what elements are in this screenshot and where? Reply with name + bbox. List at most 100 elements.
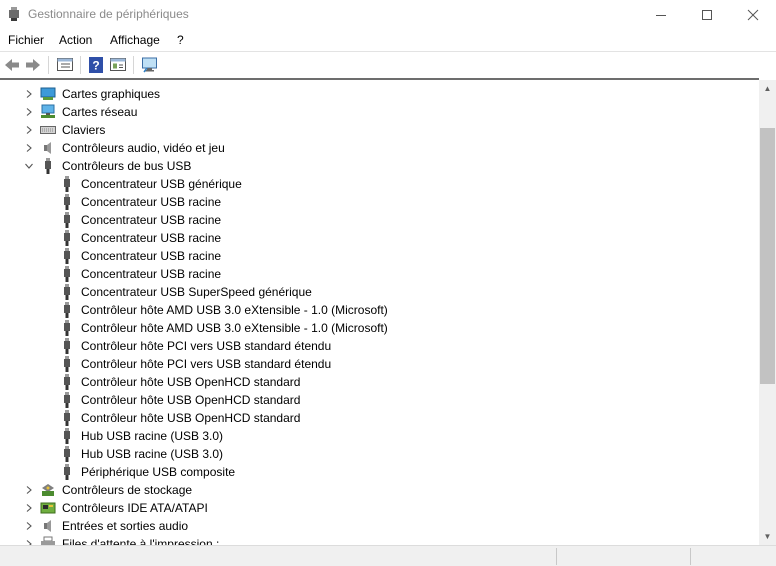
ide-controller-icon bbox=[40, 500, 56, 516]
tree-item-label: Contrôleur hôte USB OpenHCD standard bbox=[81, 375, 301, 389]
usb-icon bbox=[59, 464, 75, 480]
chevron-right-icon[interactable] bbox=[23, 538, 35, 545]
tree-item-usb-device[interactable]: Concentrateur USB SuperSpeed générique bbox=[0, 283, 759, 301]
toolbar: ? bbox=[0, 51, 776, 77]
close-button[interactable] bbox=[730, 0, 776, 30]
tree-item-usb-device[interactable]: Contrôleur hôte AMD USB 3.0 eXtensible -… bbox=[0, 301, 759, 319]
usb-icon bbox=[59, 248, 75, 264]
tree-item-label: Claviers bbox=[62, 123, 106, 137]
tree-item-controleurs-usb[interactable]: Contrôleurs de bus USB bbox=[0, 157, 759, 175]
tree-item-claviers[interactable]: Claviers bbox=[0, 121, 759, 139]
menu-action[interactable]: Action bbox=[59, 33, 92, 47]
tree-item-label: Concentrateur USB racine bbox=[81, 213, 222, 227]
speaker-icon bbox=[40, 140, 56, 156]
display-adapter-icon bbox=[40, 86, 56, 102]
tree-item-usb-device[interactable]: Hub USB racine (USB 3.0) bbox=[0, 427, 759, 445]
usb-icon bbox=[59, 320, 75, 336]
tree-item-label: Concentrateur USB racine bbox=[81, 195, 222, 209]
chevron-right-icon[interactable] bbox=[23, 106, 35, 118]
tree-item-files-impression[interactable]: Files d'attente à l'impression : bbox=[0, 535, 759, 545]
tree-item-controleurs-stockage[interactable]: Contrôleurs de stockage bbox=[0, 481, 759, 499]
usb-icon bbox=[59, 302, 75, 318]
tree-item-label: Concentrateur USB racine bbox=[81, 231, 222, 245]
usb-icon bbox=[59, 338, 75, 354]
usb-icon bbox=[59, 284, 75, 300]
tree-item-usb-device[interactable]: Concentrateur USB racine bbox=[0, 247, 759, 265]
tree-item-cartes-reseau[interactable]: Cartes réseau bbox=[0, 103, 759, 121]
menu-help[interactable]: ? bbox=[177, 33, 184, 47]
tree-item-label: Concentrateur USB racine bbox=[81, 249, 222, 263]
usb-icon bbox=[59, 374, 75, 390]
speaker-icon bbox=[40, 518, 56, 534]
tree-item-entrees-sorties-audio[interactable]: Entrées et sorties audio bbox=[0, 517, 759, 535]
keyboard-icon bbox=[40, 122, 56, 138]
tree-item-usb-device[interactable]: Contrôleur hôte AMD USB 3.0 eXtensible -… bbox=[0, 319, 759, 337]
tree-item-usb-device[interactable]: Contrôleur hôte USB OpenHCD standard bbox=[0, 409, 759, 427]
tree-item-label: Périphérique USB composite bbox=[81, 465, 236, 479]
scroll-down-arrow-icon[interactable]: ▼ bbox=[759, 528, 776, 545]
tree-item-controleurs-ide[interactable]: Contrôleurs IDE ATA/ATAPI bbox=[0, 499, 759, 517]
tree-item-usb-device[interactable]: Concentrateur USB racine bbox=[0, 193, 759, 211]
usb-icon bbox=[40, 158, 56, 174]
menu-affichage[interactable]: Affichage bbox=[110, 33, 160, 47]
scroll-up-arrow-icon[interactable]: ▲ bbox=[759, 80, 776, 97]
tree-item-label: Cartes graphiques bbox=[62, 87, 161, 101]
network-adapter-icon bbox=[40, 104, 56, 120]
status-divider bbox=[690, 548, 691, 565]
tree-item-label: Hub USB racine (USB 3.0) bbox=[81, 429, 224, 443]
tree-item-label: Cartes réseau bbox=[62, 105, 138, 119]
chevron-right-icon[interactable] bbox=[23, 142, 35, 154]
tree-item-label: Contrôleur hôte PCI vers USB standard ét… bbox=[81, 339, 332, 353]
tree-item-usb-device[interactable]: Concentrateur USB racine bbox=[0, 265, 759, 283]
help-icon[interactable]: ? bbox=[87, 56, 105, 74]
tree-item-label: Contrôleur hôte AMD USB 3.0 eXtensible -… bbox=[81, 321, 388, 335]
tree-item-usb-device[interactable]: Contrôleur hôte USB OpenHCD standard bbox=[0, 373, 759, 391]
device-manager-app-icon bbox=[8, 7, 20, 21]
svg-text:?: ? bbox=[92, 59, 99, 73]
back-arrow-icon[interactable] bbox=[3, 56, 21, 74]
device-tree[interactable]: Cartes graphiques Cartes réseau Claviers… bbox=[0, 78, 759, 545]
tree-item-usb-device[interactable]: Contrôleur hôte PCI vers USB standard ét… bbox=[0, 355, 759, 373]
tree-item-controleurs-audio[interactable]: Contrôleurs audio, vidéo et jeu bbox=[0, 139, 759, 157]
tree-item-label: Hub USB racine (USB 3.0) bbox=[81, 447, 224, 461]
tree-item-label: Contrôleurs IDE ATA/ATAPI bbox=[62, 501, 208, 515]
tree-item-usb-device[interactable]: Contrôleur hôte USB OpenHCD standard bbox=[0, 391, 759, 409]
tree-item-usb-device[interactable]: Concentrateur USB générique bbox=[0, 175, 759, 193]
tree-item-label: Contrôleur hôte AMD USB 3.0 eXtensible -… bbox=[81, 303, 388, 317]
usb-icon bbox=[59, 446, 75, 462]
tree-item-usb-device[interactable]: Concentrateur USB racine bbox=[0, 211, 759, 229]
tree-item-usb-device[interactable]: Périphérique USB composite bbox=[0, 463, 759, 481]
menu-bar: Fichier Action Affichage ? bbox=[0, 30, 776, 50]
chevron-right-icon[interactable] bbox=[23, 520, 35, 532]
details-pane-icon[interactable] bbox=[109, 56, 127, 74]
usb-icon bbox=[59, 356, 75, 372]
usb-icon bbox=[59, 266, 75, 282]
tree-item-label: Concentrateur USB SuperSpeed générique bbox=[81, 285, 312, 299]
monitor-scan-icon[interactable] bbox=[141, 56, 159, 74]
tree-item-usb-device[interactable]: Contrôleur hôte PCI vers USB standard ét… bbox=[0, 337, 759, 355]
tree-item-cartes-graphiques[interactable]: Cartes graphiques bbox=[0, 85, 759, 103]
tree-item-label: Contrôleurs de bus USB bbox=[62, 159, 192, 173]
properties-pane-icon[interactable] bbox=[56, 56, 74, 74]
tree-item-usb-device[interactable]: Hub USB racine (USB 3.0) bbox=[0, 445, 759, 463]
tree-item-label: Contrôleurs de stockage bbox=[62, 483, 193, 497]
usb-icon bbox=[59, 392, 75, 408]
scrollbar-thumb[interactable] bbox=[760, 128, 775, 384]
chevron-down-icon[interactable] bbox=[23, 160, 35, 172]
usb-icon bbox=[59, 194, 75, 210]
usb-icon bbox=[59, 176, 75, 192]
minimize-button[interactable] bbox=[638, 0, 684, 30]
tree-item-usb-device[interactable]: Concentrateur USB racine bbox=[0, 229, 759, 247]
vertical-scrollbar[interactable]: ▲ ▼ bbox=[759, 80, 776, 545]
tree-item-label: Contrôleur hôte PCI vers USB standard ét… bbox=[81, 357, 332, 371]
tree-item-label: Contrôleurs audio, vidéo et jeu bbox=[62, 141, 225, 155]
tree-item-label: Concentrateur USB racine bbox=[81, 267, 222, 281]
chevron-right-icon[interactable] bbox=[23, 484, 35, 496]
chevron-right-icon[interactable] bbox=[23, 502, 35, 514]
chevron-right-icon[interactable] bbox=[23, 88, 35, 100]
forward-arrow-icon[interactable] bbox=[24, 56, 42, 74]
menu-fichier[interactable]: Fichier bbox=[8, 33, 44, 47]
tree-item-label: Concentrateur USB générique bbox=[81, 177, 242, 191]
chevron-right-icon[interactable] bbox=[23, 124, 35, 136]
maximize-button[interactable] bbox=[684, 0, 730, 30]
